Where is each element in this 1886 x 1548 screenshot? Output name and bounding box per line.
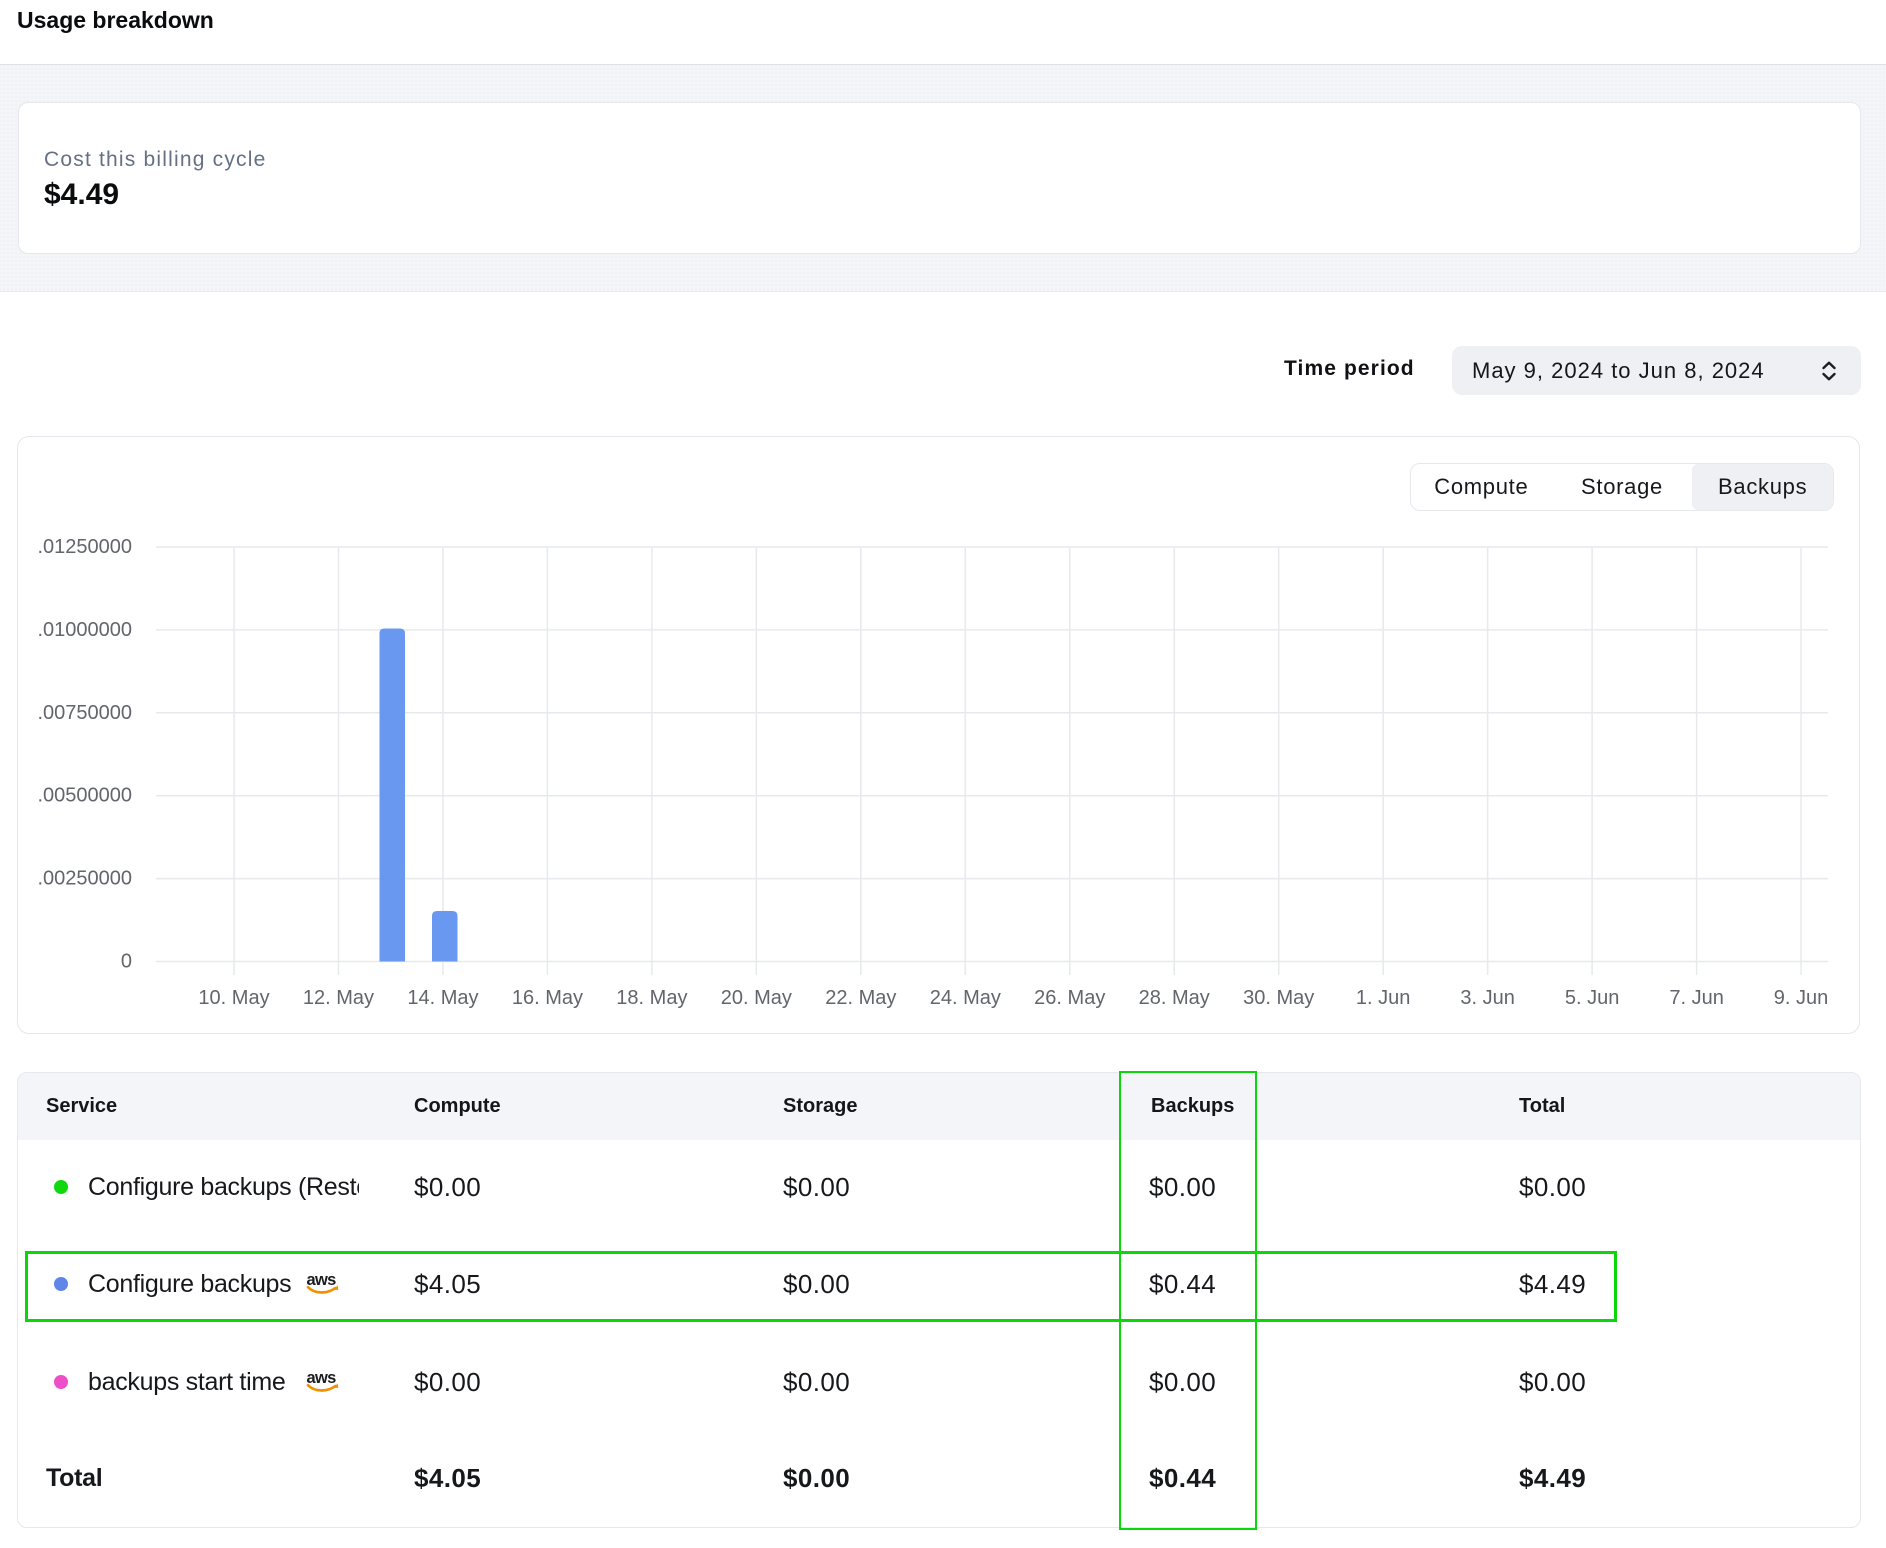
svg-text:14. May: 14. May: [407, 987, 478, 1009]
svg-text:24. May: 24. May: [930, 987, 1001, 1009]
svg-text:30. May: 30. May: [1243, 987, 1314, 1009]
svg-text:1. Jun: 1. Jun: [1356, 987, 1410, 1009]
svg-text:26. May: 26. May: [1034, 987, 1105, 1009]
svg-text:20. May: 20. May: [721, 987, 792, 1009]
svg-text:10. May: 10. May: [198, 987, 269, 1009]
svg-text:7. Jun: 7. Jun: [1669, 987, 1723, 1009]
svg-text:.00500000: .00500000: [37, 785, 132, 807]
svg-text:3. Jun: 3. Jun: [1460, 987, 1514, 1009]
svg-text:.01000000: .01000000: [37, 619, 132, 641]
svg-text:0: 0: [121, 951, 132, 973]
svg-text:.00250000: .00250000: [37, 868, 132, 890]
svg-text:.00750000: .00750000: [37, 702, 132, 724]
svg-text:28. May: 28. May: [1139, 987, 1210, 1009]
svg-text:aws: aws: [307, 1370, 337, 1387]
svg-text:22. May: 22. May: [825, 987, 896, 1009]
svg-text:18. May: 18. May: [616, 987, 687, 1009]
svg-text:9. Jun: 9. Jun: [1774, 987, 1828, 1009]
svg-text:16. May: 16. May: [512, 987, 583, 1009]
svg-text:5. Jun: 5. Jun: [1565, 987, 1619, 1009]
svg-text:12. May: 12. May: [303, 987, 374, 1009]
svg-text:.01250000: .01250000: [37, 536, 132, 558]
